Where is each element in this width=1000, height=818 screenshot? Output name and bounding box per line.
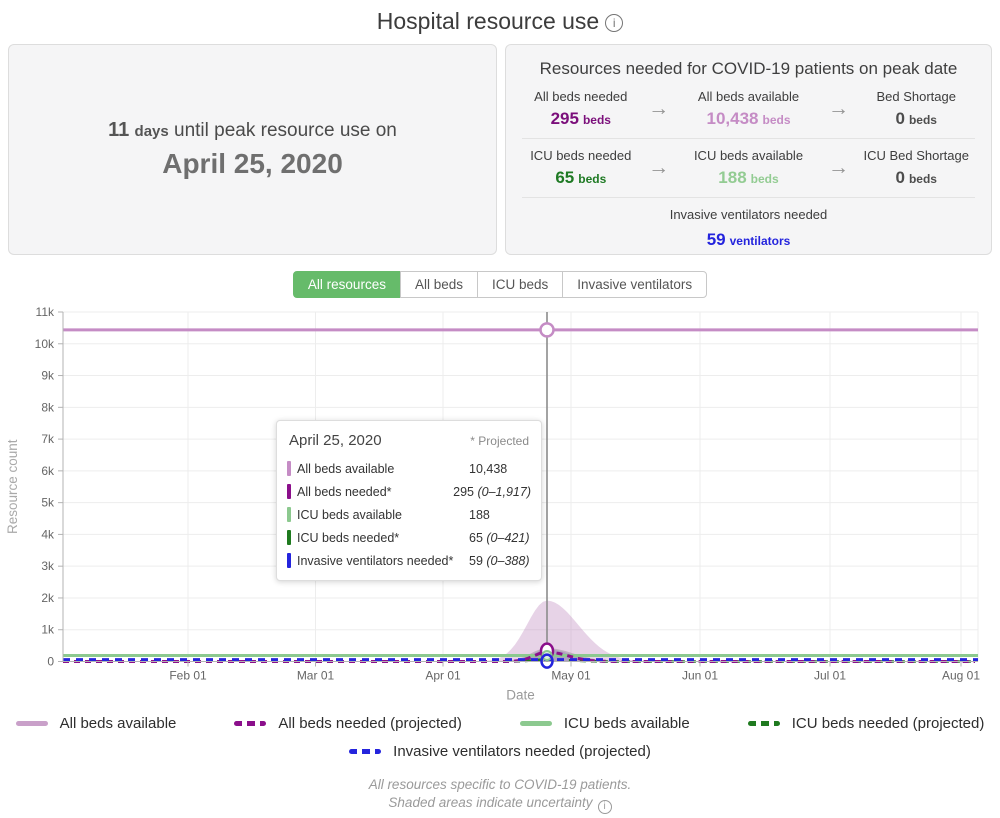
tooltip-row: ICU beds available 188 [287, 503, 531, 526]
tooltip-row: All beds needed* 295 (0–1,917) [287, 480, 531, 503]
svg-text:8k: 8k [41, 400, 55, 414]
footnote-uncertainty: Shaded areas indicate uncertaintyi [0, 795, 1000, 814]
stat-icu-beds-needed: ICU beds needed 65beds [520, 148, 642, 188]
svg-text:Apr 01: Apr 01 [425, 669, 461, 683]
svg-text:May 01: May 01 [551, 669, 591, 683]
panel-divider [522, 138, 975, 139]
tooltip-header: April 25, 2020 * Projected [289, 432, 529, 449]
arrow-icon: → [821, 156, 855, 180]
svg-text:Feb 01: Feb 01 [169, 669, 207, 683]
stat-unit: beds [909, 172, 937, 186]
resources-needed-panel: Resources needed for COVID-19 patients o… [505, 44, 992, 255]
stat-value: 10,438 [706, 109, 758, 128]
stat-value: 0 [895, 109, 904, 128]
legend-icu-beds-available[interactable]: ICU beds available [520, 715, 690, 732]
svg-text:9k: 9k [41, 369, 55, 383]
legend-swatch-solid [520, 721, 552, 726]
tab-all-resources[interactable]: All resources [293, 271, 401, 298]
tooltip-row: All beds available 10,438 [287, 457, 531, 480]
series-color-chip [287, 530, 291, 545]
stat-all-beds-available: All beds available 10,438beds [676, 89, 822, 129]
svg-text:4k: 4k [41, 527, 55, 541]
peak-date: April 25, 2020 [162, 148, 343, 180]
stat-unit: beds [909, 113, 937, 127]
svg-text:Resource count: Resource count [5, 439, 20, 534]
svg-text:10k: 10k [35, 337, 55, 351]
footnote-covid-specific: All resources specific to COVID-19 patie… [0, 777, 1000, 792]
legend-invasive-ventilators[interactable]: Invasive ventilators needed (projected) [349, 743, 651, 760]
resources-panel-title: Resources needed for COVID-19 patients o… [520, 59, 977, 79]
stat-value: 188 [718, 168, 746, 187]
stat-icu-bed-shortage: ICU Bed Shortage 0beds [855, 148, 977, 188]
svg-text:3k: 3k [41, 559, 55, 573]
stat-unit: beds [578, 172, 606, 186]
title-info-icon[interactable]: i [605, 14, 623, 32]
series-color-chip [287, 553, 291, 568]
arrow-icon: → [642, 97, 676, 121]
tooltip-row: Invasive ventilators needed* 59 (0–388) [287, 549, 531, 572]
series-color-chip [287, 461, 291, 476]
all-beds-row: All beds needed 295beds → All beds avail… [520, 89, 977, 129]
stat-unit: beds [751, 172, 779, 186]
legend-swatch-dashed [748, 721, 780, 726]
svg-text:1k: 1k [41, 623, 55, 637]
peak-countdown-text: until peak resource use on [174, 120, 397, 141]
peak-days-unit: days [135, 123, 169, 140]
peak-countdown-line: 11 days until peak resource use on [108, 119, 397, 142]
svg-text:5k: 5k [41, 496, 55, 510]
svg-text:0: 0 [47, 655, 54, 669]
stat-unit: beds [762, 113, 790, 127]
legend-swatch-solid [16, 721, 48, 726]
tooltip-date: April 25, 2020 [289, 432, 382, 449]
stat-value: 295 [551, 109, 579, 128]
page-title: Hospital resource use i [0, 8, 1000, 35]
svg-text:Date: Date [506, 688, 535, 703]
chart-legend-row-2: Invasive ventilators needed (projected) [0, 743, 1000, 760]
panel-divider [522, 197, 975, 198]
svg-text:2k: 2k [41, 591, 55, 605]
svg-text:Mar 01: Mar 01 [297, 669, 335, 683]
legend-swatch-dashed [234, 721, 266, 726]
stat-ventilators-needed: Invasive ventilators needed 59ventilator… [520, 207, 977, 250]
svg-text:6k: 6k [41, 464, 55, 478]
tab-invasive-ventilators[interactable]: Invasive ventilators [562, 271, 707, 298]
legend-icu-beds-needed[interactable]: ICU beds needed (projected) [748, 715, 985, 732]
chart-legend-row-1: All beds available All beds needed (proj… [0, 715, 1000, 732]
page-title-text: Hospital resource use [377, 8, 599, 34]
stat-value: 59 [707, 230, 726, 249]
icu-beds-row: ICU beds needed 65beds → ICU beds availa… [520, 148, 977, 188]
uncertainty-info-icon[interactable]: i [598, 800, 612, 814]
legend-all-beds-needed[interactable]: All beds needed (projected) [234, 715, 461, 732]
svg-text:7k: 7k [41, 432, 55, 446]
svg-text:Jul 01: Jul 01 [814, 669, 846, 683]
tab-icu-beds[interactable]: ICU beds [477, 271, 563, 298]
stat-value: 65 [555, 168, 574, 187]
legend-swatch-dashed [349, 749, 381, 754]
stat-icu-beds-available: ICU beds available 188beds [676, 148, 822, 188]
series-color-chip [287, 484, 291, 499]
stat-unit: ventilators [730, 234, 791, 248]
svg-text:Jun 01: Jun 01 [682, 669, 718, 683]
tooltip-projected-note: * Projected [470, 434, 529, 448]
tab-all-beds[interactable]: All beds [400, 271, 478, 298]
series-color-chip [287, 507, 291, 522]
svg-text:11k: 11k [36, 305, 55, 319]
chart-tooltip: April 25, 2020 * Projected All beds avai… [276, 420, 542, 581]
stat-value: 0 [895, 168, 904, 187]
tooltip-row: ICU beds needed* 65 (0–421) [287, 526, 531, 549]
stat-all-beds-needed: All beds needed 295beds [520, 89, 642, 129]
hospital-resource-page: Hospital resource use i 11 days until pea… [0, 0, 1000, 818]
stat-unit: beds [583, 113, 611, 127]
arrow-icon: → [642, 156, 676, 180]
legend-all-beds-available[interactable]: All beds available [16, 715, 177, 732]
stat-bed-shortage: Bed Shortage 0beds [855, 89, 977, 129]
svg-text:Aug 01: Aug 01 [942, 669, 980, 683]
peak-days-value: 11 [108, 119, 129, 141]
resource-tab-bar: All resources All beds ICU beds Invasive… [0, 271, 1000, 298]
peak-date-panel: 11 days until peak resource use on April… [8, 44, 497, 255]
arrow-icon: → [821, 97, 855, 121]
